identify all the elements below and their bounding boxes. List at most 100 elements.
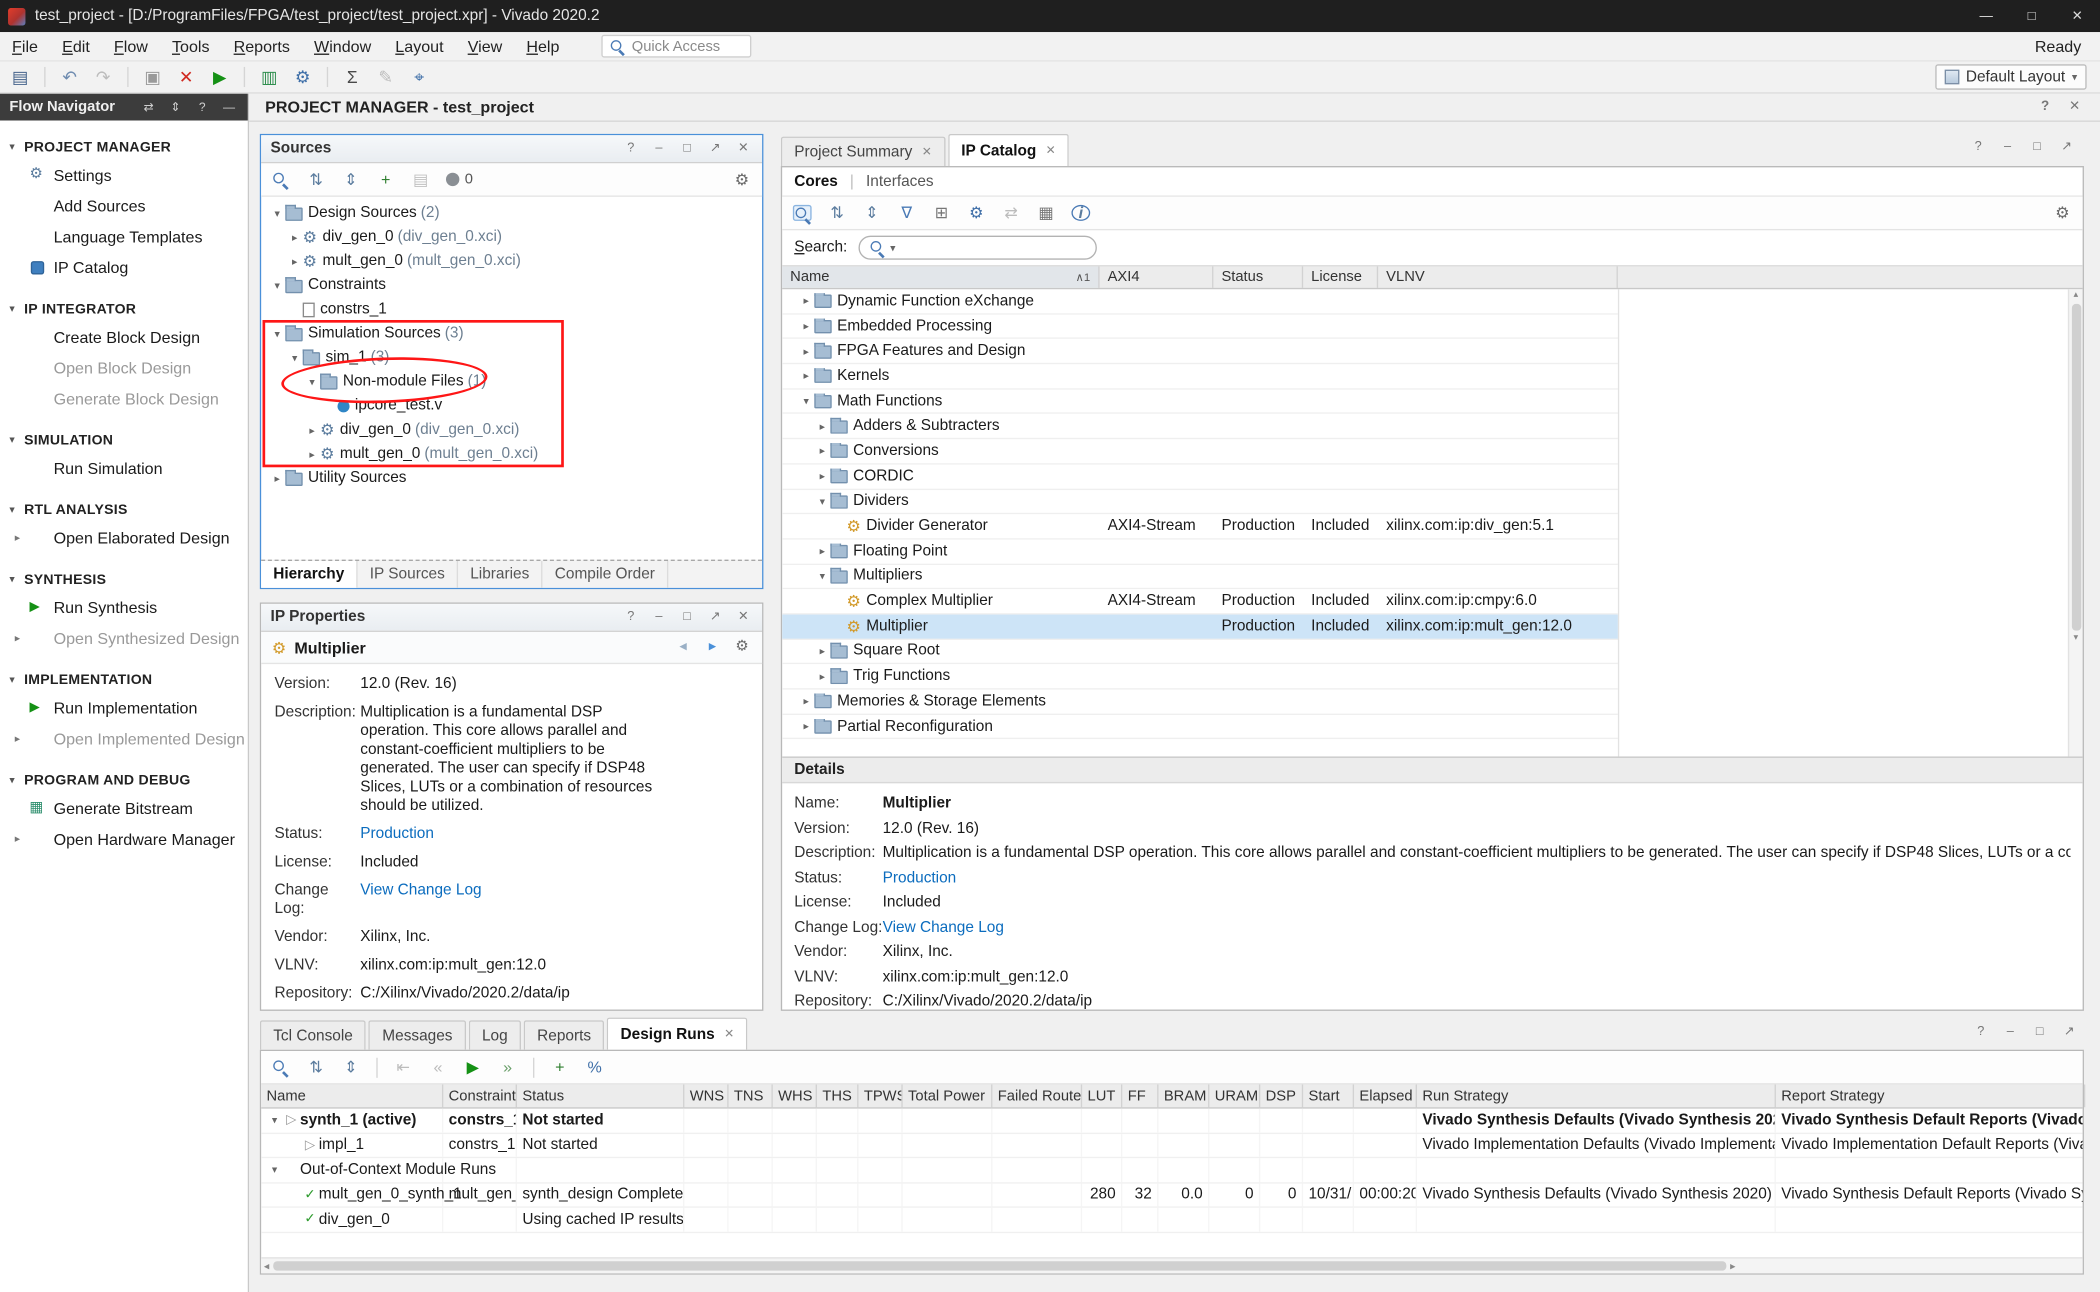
catalog-row-kernels[interactable]: ▸Kernels	[782, 364, 1618, 389]
menu-flow[interactable]: Flow	[102, 37, 160, 56]
link-production[interactable]: Production	[360, 825, 434, 844]
link-view-change-log[interactable]: View Change Log	[883, 918, 2071, 937]
expander-icon[interactable]: ▸	[304, 448, 320, 460]
expander-icon[interactable]: ▸	[798, 695, 814, 707]
design-run-row-out-of-context-module-runs[interactable]: ▾Out-of-Context Module Runs	[261, 1158, 2082, 1183]
compatibility-icon[interactable]: ⇄	[1002, 205, 1021, 221]
group-icon[interactable]: ⊞	[932, 205, 951, 221]
catalog-row-conversions[interactable]: ▸Conversions	[782, 439, 1618, 464]
minimize-icon[interactable]: –	[650, 611, 669, 624]
add-sources-icon[interactable]: +	[376, 171, 395, 187]
expander-icon[interactable]: ▾	[269, 279, 285, 291]
vertical-scrollbar[interactable]: ▴ ▾	[2068, 289, 2083, 756]
scroll-left-icon[interactable]: ◂	[264, 1259, 269, 1272]
column-header-elapsed[interactable]: Elapsed	[1354, 1085, 1417, 1108]
view-tab-interfaces[interactable]: Interfaces	[866, 173, 934, 189]
expander-icon[interactable]: ▾	[304, 376, 320, 388]
flow-item-open-hardware-manager[interactable]: ▸Open Hardware Manager	[0, 823, 248, 854]
catalog-row-partial-reconfiguration[interactable]: ▸Partial Reconfiguration	[782, 715, 1618, 740]
save-icon[interactable]: ▤	[11, 68, 30, 85]
column-header-failed-routes[interactable]: Failed Routes	[992, 1085, 1082, 1108]
flow-section-header-rtl-analysis[interactable]: ▾RTL ANALYSIS	[0, 497, 248, 522]
expander-icon[interactable]: ▸	[814, 670, 830, 682]
delete-icon[interactable]: ✕	[177, 68, 196, 85]
flow-section-header-simulation[interactable]: ▾SIMULATION	[0, 427, 248, 452]
column-header-whs[interactable]: WHS	[773, 1085, 817, 1108]
column-header-run-strategy[interactable]: Run Strategy	[1417, 1085, 1776, 1108]
source-tree-item-simulation-sources[interactable]: ▾Simulation Sources (3)	[261, 321, 762, 345]
float-icon[interactable]: ↗	[706, 611, 725, 624]
flow-item-settings[interactable]: ⚙Settings	[0, 159, 248, 190]
expander-icon[interactable]: ▸	[798, 345, 814, 357]
column-header-name[interactable]: Name∧1	[782, 266, 1099, 287]
source-tree-item-non-module-files[interactable]: ▾Non-module Files (1)	[261, 370, 762, 394]
collapse-all-icon[interactable]: ⇅	[307, 1059, 326, 1075]
catalog-row-adders-subtracters[interactable]: ▸Adders & Subtracters	[782, 414, 1618, 439]
close-icon[interactable]: ✕	[734, 611, 753, 624]
flow-item-open-synthesized-design[interactable]: ▸Open Synthesized Design	[0, 623, 248, 654]
column-header-constraints[interactable]: Constraints	[443, 1085, 517, 1108]
flow-item-add-sources[interactable]: Add Sources	[0, 190, 248, 221]
back-icon[interactable]: ◂	[674, 640, 693, 655]
column-header-license[interactable]: License	[1303, 266, 1378, 287]
menu-tools[interactable]: Tools	[160, 37, 222, 56]
undo-icon[interactable]: ↶	[60, 68, 79, 85]
minimize-icon[interactable]: –	[1998, 141, 2017, 154]
catalog-row-cordic[interactable]: ▸CORDIC	[782, 464, 1618, 489]
sources-tab-hierarchy[interactable]: Hierarchy	[261, 561, 358, 588]
source-tree-item-sim-1[interactable]: ▾sim_1 (3)	[261, 345, 762, 369]
help-icon[interactable]: ?	[193, 101, 212, 113]
expander-icon[interactable]: ▾	[267, 1164, 283, 1176]
catalog-row-complex-multiplier[interactable]: ⚙Complex MultiplierAXI4-StreamProduction…	[782, 589, 1618, 614]
run-icon[interactable]: ▶	[210, 68, 229, 85]
scroll-up-icon[interactable]: ▴	[2074, 289, 2079, 302]
source-tree-item-mult-gen-0[interactable]: ▸⚙mult_gen_0 (mult_gen_0.xci)	[261, 249, 762, 273]
sources-tab-libraries[interactable]: Libraries	[458, 561, 543, 588]
column-header-total-power[interactable]: Total Power	[903, 1085, 993, 1108]
scroll-down-icon[interactable]: ▾	[2074, 632, 2079, 645]
edit-icon[interactable]: ✎	[376, 68, 395, 85]
settings-icon[interactable]: ⚙	[733, 640, 752, 655]
maximize-icon[interactable]: □	[2028, 141, 2047, 154]
catalog-row-multiplier[interactable]: ⚙MultiplierProductionIncludedxilinx.com:…	[782, 614, 1618, 639]
minimize-icon[interactable]: –	[2001, 1026, 2020, 1039]
close-button[interactable]: ✕	[2054, 0, 2100, 32]
settings-icon[interactable]: ⚙	[293, 68, 312, 85]
column-header-tns[interactable]: TNS	[729, 1085, 773, 1108]
close-icon[interactable]: ✕	[1046, 143, 1056, 158]
maximize-button[interactable]: □	[2009, 0, 2055, 32]
expander-icon[interactable]: ▾	[269, 207, 285, 219]
tab-project-summary[interactable]: Project Summary✕	[781, 137, 945, 166]
tab-messages[interactable]: Messages	[369, 1020, 466, 1049]
help-icon[interactable]: ?	[621, 142, 640, 155]
close-icon[interactable]: ✕	[922, 145, 932, 160]
source-tree-item-ipcore-test-v[interactable]: ipcore_test.v	[261, 394, 762, 418]
info-icon[interactable]: i	[1071, 205, 1090, 221]
expander-icon[interactable]: ▸	[814, 545, 830, 557]
expander-icon[interactable]: ▸	[814, 445, 830, 457]
horizontal-scrollbar[interactable]: ◂ ▸	[261, 1257, 2082, 1273]
catalog-row-fpga-features-and-design[interactable]: ▸FPGA Features and Design	[782, 339, 1618, 364]
float-icon[interactable]: ↗	[2060, 1026, 2079, 1039]
source-tree-item-constrs-1[interactable]: constrs_1	[261, 297, 762, 321]
catalog-row-trig-functions[interactable]: ▸Trig Functions	[782, 665, 1618, 690]
design-run-row-impl-1[interactable]: ▷impl_1constrs_1Not startedVivado Implem…	[261, 1133, 2082, 1158]
expander-icon[interactable]: ▸	[814, 470, 830, 482]
scrollbar-thumb[interactable]	[2071, 304, 2080, 631]
source-tree-item-constraints[interactable]: ▾Constraints	[261, 273, 762, 297]
expand-all-icon[interactable]: ⇕	[342, 171, 361, 187]
expander-icon[interactable]: ▸	[814, 645, 830, 657]
flow-item-create-block-design[interactable]: Create Block Design	[0, 321, 248, 352]
design-run-row-div-gen-0[interactable]: ✓div_gen_0Using cached IP results	[261, 1208, 2082, 1233]
go-first-icon[interactable]: ⇤	[394, 1059, 413, 1075]
catalog-row-math-functions[interactable]: ▾Math Functions	[782, 389, 1618, 414]
redo-icon[interactable]: ↷	[94, 68, 113, 85]
sum-icon[interactable]: Σ	[343, 68, 362, 85]
expander-icon[interactable]: ▸	[798, 295, 814, 307]
tab-log[interactable]: Log	[469, 1020, 521, 1049]
expander-icon[interactable]: ▾	[287, 351, 303, 363]
flow-item-generate-bitstream[interactable]: ▦Generate Bitstream	[0, 793, 248, 824]
flow-item-language-templates[interactable]: Language Templates	[0, 221, 248, 252]
flow-item-open-elaborated-design[interactable]: ▸Open Elaborated Design	[0, 522, 248, 553]
quick-access-search[interactable]: Quick Access	[601, 35, 751, 58]
